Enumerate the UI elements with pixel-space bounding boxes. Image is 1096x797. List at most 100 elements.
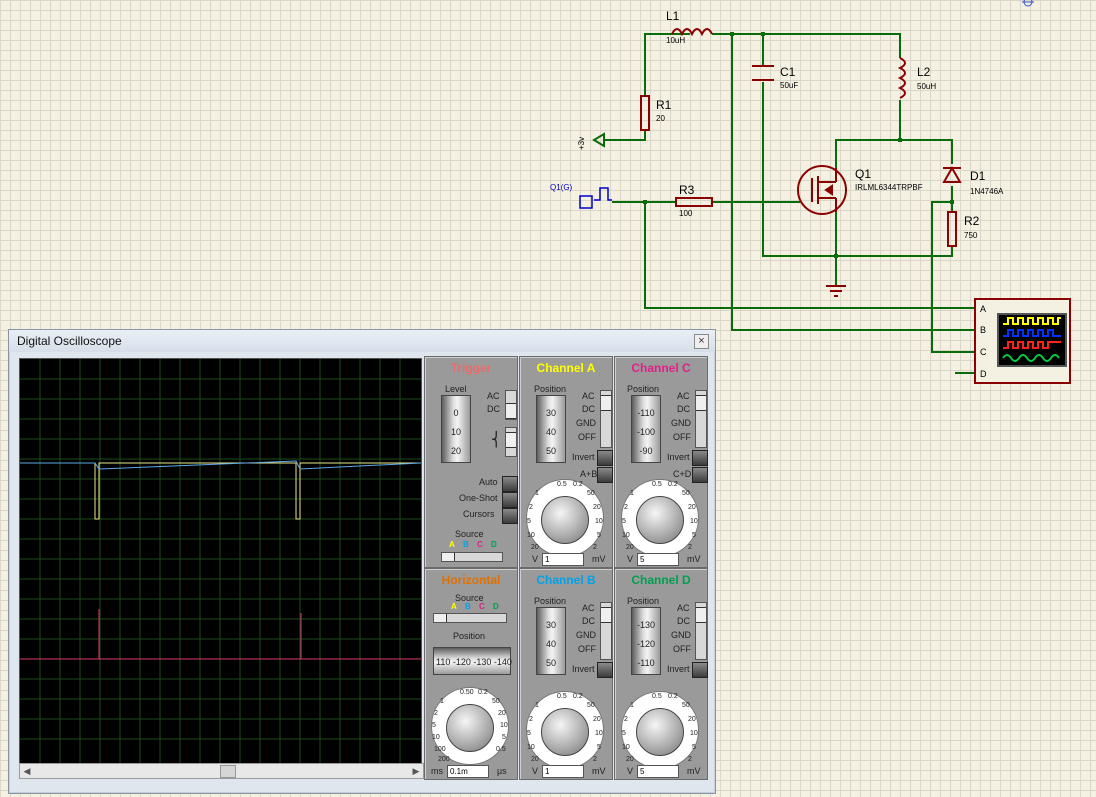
channel-d-coupling-switch[interactable] [695, 602, 707, 660]
trigger-level-drum[interactable]: 0 10 20 [441, 395, 471, 463]
label-q1-ref: Q1 [855, 167, 871, 181]
horizontal-source-slider[interactable] [433, 613, 507, 623]
label-r2-value: 750 [964, 231, 978, 240]
channel-c-knob[interactable] [636, 496, 684, 544]
scope-display[interactable] [19, 358, 422, 764]
label-r1-value: 20 [656, 114, 665, 123]
channel-a-coupling-switch[interactable] [600, 390, 612, 448]
window-title: Digital Oscilloscope [17, 334, 122, 348]
cursors-button[interactable] [502, 508, 518, 524]
scope-pin-c: C [980, 347, 987, 357]
diode-d1[interactable] [942, 165, 962, 183]
trigger-source-slider[interactable] [441, 552, 503, 562]
wire-l1-c1-l2 [712, 33, 901, 58]
channel-d-scale-dial[interactable]: 0.5 0.2 1 50 2 20 5 10 10 5 20 2 [621, 691, 699, 769]
trigger-ac: AC [487, 391, 500, 401]
junctions [643, 32, 954, 258]
generator-symbol[interactable] [579, 187, 612, 209]
channel-a-scale-field[interactable]: 1 [542, 553, 584, 566]
scope-grid [20, 359, 422, 763]
resistor-r1[interactable] [640, 95, 650, 131]
resistor-r2[interactable] [947, 211, 957, 247]
auto-button[interactable] [502, 476, 518, 492]
channel-c-coupling-switch[interactable] [695, 390, 707, 448]
inductor-l2[interactable] [897, 57, 906, 99]
mosfet-q1[interactable] [797, 165, 847, 215]
channel-c-title: Channel C [631, 361, 691, 375]
channel-a-position-drum[interactable]: 30 40 50 [536, 395, 566, 463]
horizontal-knob[interactable] [446, 704, 494, 752]
horizontal-panel: Horizontal Source A B C D Position 110 -… [424, 568, 518, 780]
channel-c-sum-button[interactable] [692, 467, 708, 483]
channel-b-position-drum[interactable]: 30 40 50 [536, 607, 566, 675]
channel-b-title: Channel B [536, 573, 596, 587]
channel-b-invert-button[interactable] [597, 662, 613, 678]
wire-r1-supply [604, 130, 646, 141]
horizontal-timebase-dial[interactable]: 0.50 0.2 1 50 2 20 5 10 10 5 100 0.5 200 [431, 687, 509, 765]
channel-d-scale-field[interactable]: 5 [637, 765, 679, 778]
channel-d-invert-button[interactable] [692, 662, 708, 678]
generator-label: Q1(G) [550, 183, 573, 192]
channel-a-knob[interactable] [541, 496, 589, 544]
horizontal-scrollbar[interactable]: ◀ ▶ [19, 763, 424, 779]
label-q1-value: IRLML6344TRPBF [855, 183, 923, 192]
channel-d-panel: Channel D Position -130 -120 -110 AC DC … [614, 568, 708, 780]
label-r3-ref: R3 [679, 183, 695, 197]
label-l1-ref: L1 [666, 9, 680, 23]
channel-a-scale-dial[interactable]: 0.5 0.2 1 50 2 20 5 10 10 5 20 2 [526, 479, 604, 557]
horizontal-scale-field[interactable]: 0.1m [447, 765, 489, 778]
capacitor-c1[interactable] [752, 65, 774, 81]
channel-a-title: Channel A [536, 361, 596, 375]
channel-a-sum-button[interactable] [597, 467, 613, 483]
trigger-dc: DC [487, 404, 500, 414]
resistor-r3[interactable] [675, 197, 713, 207]
channel-b-scale-field[interactable]: 1 [542, 765, 584, 778]
wire-d1 [900, 139, 953, 164]
one-shot-label: One-Shot [459, 493, 498, 503]
horizontal-position-drum[interactable]: 110 -120 -130 -140 [433, 647, 512, 675]
label-d1-value: 1N4746A [970, 187, 1004, 196]
crosshair-icon [1022, 0, 1034, 7]
trigger-source-label: Source [455, 529, 484, 539]
trigger-title: Trigger [450, 361, 492, 375]
window-titlebar[interactable]: Digital Oscilloscope × [9, 330, 715, 352]
scroll-left-icon[interactable]: ◀ [20, 764, 34, 778]
channel-c-position-drum[interactable]: -110 -100 -90 [631, 395, 661, 463]
ground-symbol [826, 285, 846, 297]
scroll-right-icon[interactable]: ▶ [409, 764, 423, 778]
auto-label: Auto [479, 477, 498, 487]
edge-icon: ⎨ [491, 431, 502, 447]
wire-l2-drain [835, 100, 901, 168]
scope-instrument[interactable]: A B C D [974, 298, 1071, 384]
label-r3-value: 100 [679, 209, 693, 218]
label-d1-ref: D1 [970, 169, 986, 183]
wire-scope-b [731, 34, 975, 331]
channel-a-invert-button[interactable] [597, 450, 613, 466]
channel-b-coupling-switch[interactable] [600, 602, 612, 660]
supply-terminal[interactable] [592, 132, 605, 148]
scroll-thumb[interactable] [220, 765, 236, 778]
channel-b-panel: Channel B Position 30 40 50 AC DC GND OF… [519, 568, 613, 780]
channel-b-knob[interactable] [541, 708, 589, 756]
one-shot-button[interactable] [502, 492, 518, 508]
label-l1-value: 10uH [666, 36, 685, 45]
close-button[interactable]: × [694, 334, 709, 349]
channel-c-invert-button[interactable] [692, 450, 708, 466]
label-c1-value: 50uF [780, 81, 798, 90]
channel-a-position-label: Position [534, 384, 567, 394]
channel-d-knob[interactable] [636, 708, 684, 756]
component-labels: L1 10uH C1 50uF L2 50uH R1 20 Q1 IRLML63… [550, 9, 1004, 240]
oscilloscope-window[interactable]: Digital Oscilloscope × ◀ ▶ Trigger Level… [8, 329, 716, 794]
supply-label: +3v [577, 137, 586, 150]
trigger-coupling-switch[interactable] [505, 390, 517, 420]
horizontal-title: Horizontal [441, 573, 501, 587]
channel-c-scale-field[interactable]: 5 [637, 553, 679, 566]
channel-d-title: Channel D [631, 573, 691, 587]
channel-d-position-drum[interactable]: -130 -120 -110 [631, 607, 661, 675]
cursors-label: Cursors [463, 509, 495, 519]
label-r1-ref: R1 [656, 98, 672, 112]
channel-b-scale-dial[interactable]: 0.5 0.2 1 50 2 20 5 10 10 5 20 2 [526, 691, 604, 769]
channel-c-scale-dial[interactable]: 0.5 0.2 1 50 2 20 5 10 10 5 20 2 [621, 479, 699, 557]
trigger-edge-switch[interactable] [505, 427, 517, 457]
scope-pin-a: A [980, 304, 986, 314]
